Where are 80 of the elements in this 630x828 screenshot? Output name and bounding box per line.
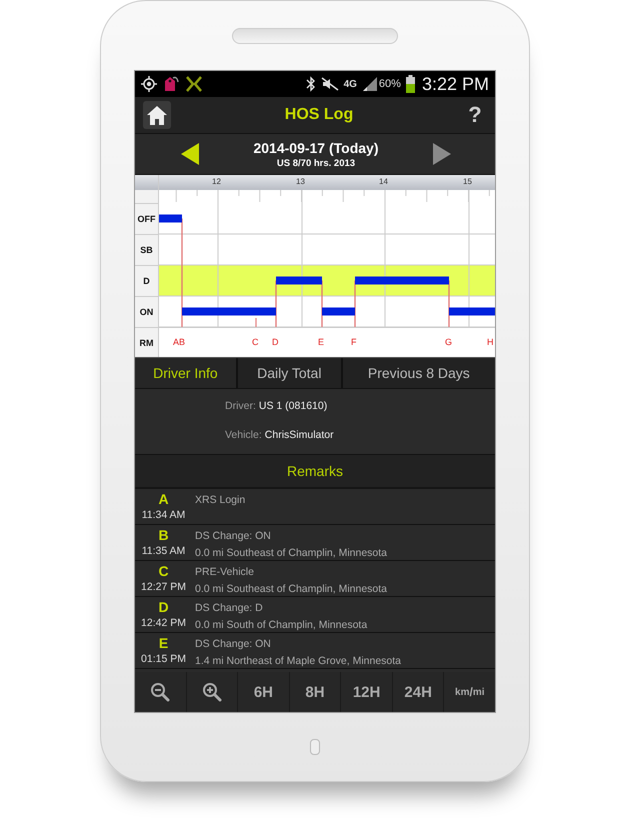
remark-row[interactable]: E 01:15 PM DS Change: ON 1.4 mi Northeast of Maple Grove, Minnesota xyxy=(135,633,495,669)
remark-event: XRS Login xyxy=(195,493,246,507)
clock: 3:22 PM xyxy=(422,74,489,94)
remark-location: 0.0 mi Southeast of Champlin, Minnesota xyxy=(195,582,388,596)
hour-label: 15 xyxy=(463,177,472,186)
remark-marker: AB xyxy=(173,337,186,347)
remark-row[interactable]: D 12:42 PM DS Change: D 0.0 mi South of Champlin, Minnesota xyxy=(135,597,495,633)
remark-marker: C xyxy=(252,337,258,347)
time-range-button[interactable]: 6H xyxy=(238,672,289,712)
remark-row[interactable]: B 11:35 AM DS Change: ON 0.0 mi Southeast of Champlin, Minnesota xyxy=(135,525,495,561)
bluetooth-icon xyxy=(306,76,316,92)
remark-letter: D xyxy=(158,599,169,616)
field-label: Driver: xyxy=(225,400,256,412)
time-range-button[interactable]: 8H xyxy=(290,672,340,712)
remark-location: 0.0 mi South of Champlin, Minnesota xyxy=(195,618,368,632)
left-arrow-icon xyxy=(181,143,199,165)
hour-label: 13 xyxy=(296,177,305,186)
duty-status-bar xyxy=(449,308,495,316)
remark-letter: B xyxy=(158,527,169,544)
remark-marker: G xyxy=(445,337,452,347)
remark-letter: C xyxy=(158,563,169,580)
hos-rule: US 8/70 hrs. 2013 xyxy=(276,158,356,168)
tab[interactable]: Previous 8 Days xyxy=(342,358,495,388)
x-logo-icon xyxy=(185,76,203,92)
remark-event: DS Change: D xyxy=(195,601,264,615)
tag-icon xyxy=(162,75,180,93)
axis-header-corner xyxy=(135,175,158,190)
remark-event: DS Change: ON xyxy=(195,637,272,651)
remark-time: 01:15 PM xyxy=(141,652,186,666)
hour-label: 14 xyxy=(379,177,388,186)
duty-status-bar xyxy=(276,276,322,284)
field-label: Vehicle: xyxy=(225,429,262,442)
row-label: ON xyxy=(140,307,154,317)
home-button[interactable] xyxy=(143,101,171,129)
remark-event: DS Change: ON xyxy=(195,529,272,543)
zoom-out-button[interactable] xyxy=(135,672,186,712)
row-label: OFF xyxy=(138,214,156,224)
home-icon xyxy=(146,104,168,126)
remark-letter: E xyxy=(158,635,168,652)
remark-marker: D xyxy=(272,337,278,347)
zoom-in-button[interactable] xyxy=(186,672,238,712)
tab[interactable]: Driver Info xyxy=(135,358,238,388)
hour-label: 12 xyxy=(212,177,221,186)
right-arrow-icon xyxy=(432,143,451,165)
previous-day-button[interactable] xyxy=(181,143,199,165)
remark-marker: F xyxy=(351,337,356,347)
duty-status-bar xyxy=(322,308,355,316)
remark-row[interactable]: A 11:34 AM XRS Login xyxy=(135,489,495,525)
signal-icon xyxy=(362,76,378,92)
field-value: ChrisSimulator xyxy=(264,429,334,442)
remark-time: 12:42 PM xyxy=(141,616,186,630)
time-range-button[interactable]: 24H xyxy=(392,672,444,712)
remark-marker: H xyxy=(487,337,494,347)
remark-location: 1.4 mi Northeast of Maple Grove, Minnesota xyxy=(195,654,402,668)
remark-row[interactable]: C 12:27 PM PRE-Vehicle 0.0 mi Southeast of Champlin, Minnesota xyxy=(135,561,495,597)
time-range-button[interactable]: 12H xyxy=(341,672,392,712)
row-label: SB xyxy=(140,245,153,255)
log-date: 2014-09-17 (Today) xyxy=(253,140,378,156)
remark-marker: E xyxy=(318,337,324,347)
remark-time: 11:35 AM xyxy=(142,544,186,558)
remark-letter: A xyxy=(158,491,169,508)
zoom-in-icon xyxy=(202,682,222,702)
row-label: RM xyxy=(140,338,154,348)
remark-time: 12:27 PM xyxy=(141,580,186,594)
mute-icon xyxy=(320,76,339,92)
section-title: Remarks xyxy=(286,463,343,479)
help-button[interactable]: ? xyxy=(463,102,487,128)
zoom-out-icon xyxy=(150,682,170,702)
field-value: US 1 (081610) xyxy=(258,400,328,412)
remark-event: PRE-Vehicle xyxy=(195,565,255,579)
battery-icon xyxy=(406,75,415,93)
gps-icon xyxy=(141,76,157,92)
screen-title: HOS Log xyxy=(284,106,354,124)
network-type: 4G xyxy=(344,78,357,90)
remark-location: 0.0 mi Southeast of Champlin, Minnesota xyxy=(195,546,388,560)
tab[interactable]: Daily Total xyxy=(238,358,343,388)
duty-status-bar xyxy=(159,214,182,222)
row-label: D xyxy=(143,276,150,286)
battery-level: 60% xyxy=(378,78,401,90)
remark-time: 11:34 AM xyxy=(142,508,186,522)
